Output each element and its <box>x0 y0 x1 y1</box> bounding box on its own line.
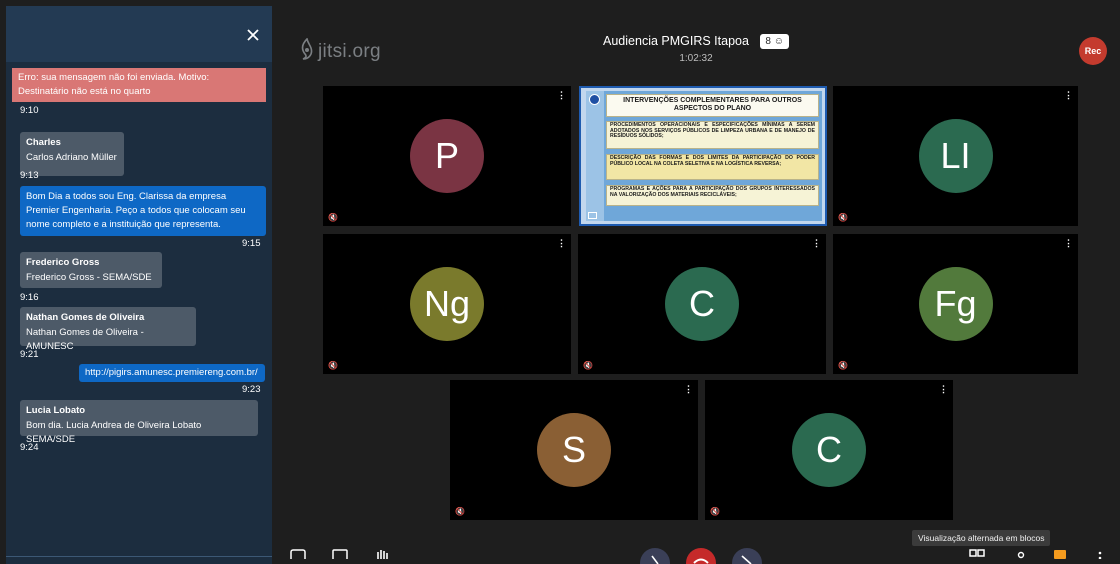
muted-icon: 🔇 <box>328 213 338 222</box>
muted-icon: 🔇 <box>710 507 720 516</box>
slide-logo-icon <box>589 94 600 105</box>
tile-menu-icon[interactable]: ⋮ <box>1064 239 1073 248</box>
camera-icon[interactable] <box>732 548 762 564</box>
shared-slide: INTERVENÇÕES COMPLEMENTARES PARA OUTROS … <box>586 91 822 221</box>
chat-header <box>6 6 272 62</box>
message-sender: Charles <box>26 137 61 148</box>
meeting-duration: 1:02:32 <box>679 53 713 64</box>
participant-tile[interactable]: Ng ⋮ 🔇 <box>323 234 571 374</box>
jitsi-meeting-window: Erro: sua mensagem não foi enviada. Moti… <box>0 0 1120 564</box>
error-message-text: Erro: sua mensagem não foi enviada. Moti… <box>18 72 210 97</box>
participant-tile[interactable]: P ⋮ 🔇 <box>323 86 571 226</box>
tile-menu-icon[interactable]: ⋮ <box>939 385 948 394</box>
message-sender: Frederico Gross <box>26 257 100 268</box>
microphone-icon[interactable] <box>640 548 670 564</box>
tile-menu-icon[interactable]: ⋮ <box>684 385 693 394</box>
message-time: 9:15 <box>242 238 261 249</box>
message-text: Nathan Gomes de Oliveira - AMUNESC <box>26 327 144 352</box>
message-text: Bom Dia a todos sou Eng. Clarissa da emp… <box>26 191 246 230</box>
tile-view-icon[interactable] <box>969 546 985 564</box>
chat-message: Frederico Gross Frederico Gross - SEMA/S… <box>20 252 162 288</box>
chat-message: Lucia Lobato Bom dia. Lucia Andrea de Ol… <box>20 400 258 445</box>
avatar: LI <box>918 119 993 193</box>
recording-badge: Rec <box>1079 37 1107 65</box>
muted-icon: 🔇 <box>583 361 593 370</box>
chat-messages: Erro: sua mensagem não foi enviada. Moti… <box>6 62 272 564</box>
screen-share-toggle-icon[interactable] <box>332 546 348 564</box>
chat-input-area[interactable] <box>6 556 272 564</box>
more-options-icon[interactable] <box>1098 546 1102 564</box>
avatar: S <box>537 413 611 487</box>
security-icon[interactable] <box>1053 546 1067 564</box>
message-time: 9:23 <box>242 384 261 395</box>
meeting-area: jitsi.org Audiencia PMGIRS Itapoa 8 ☺ 1:… <box>272 6 1120 564</box>
message-time: 9:24 <box>20 442 39 453</box>
participant-tile[interactable]: C ⋮ 🔇 <box>705 380 953 520</box>
avatar: Fg <box>918 267 993 341</box>
close-icon[interactable] <box>246 28 260 42</box>
tile-menu-icon[interactable]: ⋮ <box>1064 91 1073 100</box>
tile-menu-icon[interactable]: ⋮ <box>557 239 566 248</box>
avatar: C <box>792 413 866 487</box>
message-time: 9:16 <box>20 292 39 303</box>
participant-tile[interactable]: LI ⋮ 🔇 <box>833 86 1078 226</box>
screen-share-icon <box>588 212 597 219</box>
participant-tile[interactable]: Fg ⋮ 🔇 <box>833 234 1078 374</box>
message-sender: Lucia Lobato <box>26 405 86 416</box>
slide-title: INTERVENÇÕES COMPLEMENTARES PARA OUTROS … <box>606 94 819 117</box>
slide-sidebar <box>586 91 604 221</box>
error-message: Erro: sua mensagem não foi enviada. Moti… <box>12 68 266 102</box>
screen-share-tile[interactable]: INTERVENÇÕES COMPLEMENTARES PARA OUTROS … <box>579 86 827 226</box>
participants-icon: ☺ <box>773 36 784 47</box>
meeting-title-bar: Audiencia PMGIRS Itapoa 8 ☺ <box>272 34 1120 49</box>
slide-item: DESCRIÇÃO DAS FORMAS E DOS LIMITES DA PA… <box>606 154 819 180</box>
tile-view-tooltip: Visualização alternada em blocos <box>912 530 1051 546</box>
message-time: 9:10 <box>20 105 39 116</box>
participant-count: 8 <box>765 36 771 47</box>
muted-icon: 🔇 <box>838 213 848 222</box>
chat-message: Nathan Gomes de Oliveira Nathan Gomes de… <box>20 307 196 352</box>
avatar: C <box>665 267 739 341</box>
message-text: Frederico Gross - SEMA/SDE <box>26 272 152 283</box>
own-message: Bom Dia a todos sou Eng. Clarissa da emp… <box>20 186 266 236</box>
own-message: http://pigirs.amunesc.premiereng.com.br/ <box>79 364 265 382</box>
participant-tile[interactable]: C ⋮ 🔇 <box>578 234 826 374</box>
avatar: P <box>410 119 484 193</box>
message-text: Bom dia. Lucia Andrea de Oliveira Lobato… <box>26 420 202 445</box>
tile-menu-icon[interactable]: ⋮ <box>812 239 821 248</box>
muted-icon: 🔇 <box>455 507 465 516</box>
meeting-title: Audiencia PMGIRS Itapoa <box>603 34 749 48</box>
participant-count-badge[interactable]: 8 ☺ <box>760 34 789 49</box>
participant-tile[interactable]: S ⋮ 🔇 <box>450 380 698 520</box>
slide-item: PROCEDIMENTOS OPERACIONAIS E ESPECIFICAÇ… <box>606 121 819 149</box>
slide-item: PROGRAMAS E AÇÕES PARA A PARTICIPAÇÃO DO… <box>606 185 819 206</box>
raise-hand-icon[interactable] <box>376 546 388 564</box>
invite-icon[interactable] <box>1016 546 1026 564</box>
chat-panel: Erro: sua mensagem não foi enviada. Moti… <box>6 6 272 564</box>
muted-icon: 🔇 <box>328 361 338 370</box>
message-time: 9:13 <box>20 170 39 181</box>
chat-icon[interactable] <box>290 546 306 564</box>
message-sender: Nathan Gomes de Oliveira <box>26 312 145 323</box>
message-text: Carlos Adriano Müller <box>26 152 117 163</box>
hangup-button[interactable] <box>686 548 716 564</box>
tile-menu-icon[interactable]: ⋮ <box>557 91 566 100</box>
message-time: 9:21 <box>20 349 39 360</box>
avatar: Ng <box>410 267 484 341</box>
message-link[interactable]: http://pigirs.amunesc.premiereng.com.br/ <box>85 367 258 378</box>
muted-icon: 🔇 <box>838 361 848 370</box>
